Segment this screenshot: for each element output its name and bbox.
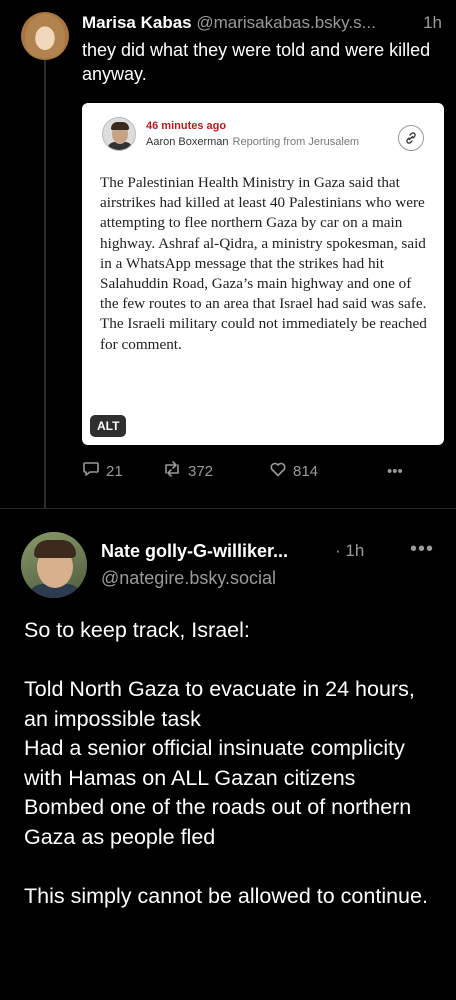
post-line-closing: This simply cannot be allowed to continu… xyxy=(24,883,428,908)
repost-count: 372 xyxy=(188,462,214,480)
post-divider xyxy=(0,508,456,509)
more-icon[interactable]: ••• xyxy=(410,538,434,561)
embed-article-text: The Palestinian Health Ministry in Gaza … xyxy=(100,174,427,353)
embedded-image[interactable]: 46 minutes ago Aaron Boxerman Reporting f… xyxy=(82,103,444,445)
embed-reporting-note: Reporting from Jerusalem xyxy=(232,136,360,148)
like-icon xyxy=(269,460,293,482)
author-handle[interactable]: @nategire.bsky.social xyxy=(101,568,276,589)
embed-author-line: Aaron Boxerman Reporting from Jerusalem xyxy=(146,136,359,148)
more-icon[interactable]: ••• xyxy=(387,458,403,484)
post-actions: 21 372 814 ••• xyxy=(82,458,442,484)
reply-count: 21 xyxy=(106,462,123,480)
post-time: · 1h xyxy=(335,541,364,561)
repost-button[interactable]: 372 xyxy=(162,458,213,484)
like-button[interactable]: 814 xyxy=(269,458,318,484)
author-name[interactable]: Nate golly-G-williker... xyxy=(101,541,288,562)
avatar[interactable] xyxy=(21,12,69,60)
author-name[interactable]: Marisa Kabas xyxy=(82,13,192,32)
post-time: 1h xyxy=(423,13,442,32)
alt-text-button[interactable]: ALT xyxy=(90,415,127,437)
post-line-item2: Had a senior official insinuate complici… xyxy=(24,736,405,790)
post-line-intro: So to keep track, Israel: xyxy=(24,618,250,642)
link-icon xyxy=(398,125,424,151)
post-line-item3: Bombed one of the roads out of northern … xyxy=(24,795,412,849)
post-marisa-kabas[interactable]: Marisa Kabas @marisakabas.bsky.s... 1h t… xyxy=(0,0,456,508)
like-count: 814 xyxy=(293,462,319,480)
reply-icon xyxy=(82,460,106,482)
reply-button[interactable]: 21 xyxy=(82,458,123,484)
author-handle[interactable]: @marisakabas.bsky.s... xyxy=(196,13,375,32)
post-header: Marisa Kabas @marisakabas.bsky.s... 1h xyxy=(82,12,448,34)
post-text: they did what they were told and were ki… xyxy=(82,40,431,84)
post-line-item1: Told North Gaza to evacuate in 24 hours,… xyxy=(24,677,415,731)
avatar[interactable] xyxy=(21,532,87,598)
post-text: So to keep track, Israel: Told North Gaz… xyxy=(24,616,444,911)
reporter-avatar xyxy=(102,117,136,151)
repost-icon xyxy=(162,460,188,482)
time-separator: · xyxy=(335,541,341,560)
post-time-value: 1h xyxy=(345,541,365,560)
thread-line xyxy=(44,60,46,508)
embed-time-ago: 46 minutes ago xyxy=(146,120,227,132)
embed-author: Aaron Boxerman xyxy=(146,136,229,148)
